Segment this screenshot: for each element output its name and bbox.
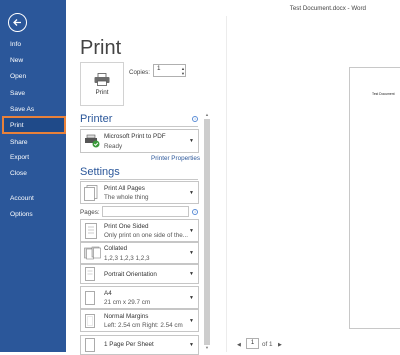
window-title: Test Document.docx - Word (289, 5, 366, 12)
info-icon[interactable]: i (192, 116, 198, 122)
nav-item-close[interactable]: Close (0, 165, 66, 181)
nav-item-open[interactable]: Open (0, 68, 66, 84)
nav-item-account[interactable]: Account (0, 190, 66, 206)
pages-icon (84, 184, 98, 201)
nav-item-share[interactable]: Share (0, 134, 66, 150)
nav-item-options[interactable]: Options (0, 206, 66, 222)
preview-page-text: Test Document (372, 92, 395, 96)
prev-page-icon[interactable]: ◀ (237, 342, 241, 348)
pages-label: Pages: (80, 209, 100, 216)
collation-desc: 1,2,3 1,2,3 1,2,3 (104, 255, 150, 262)
copies-label: Copies: (129, 69, 150, 76)
settings-heading: Settings (80, 166, 120, 178)
collation-select[interactable]: Collated 1,2,3 1,2,3 1,2,3 ▼ (80, 242, 199, 264)
printer-icon (94, 72, 110, 86)
chevron-down-icon: ▼ (189, 189, 194, 196)
pages-per-sheet-label: 1 Page Per Sheet (104, 341, 154, 348)
nav-item-export[interactable]: Export (0, 149, 66, 165)
current-page-input[interactable]: 1 (246, 338, 259, 349)
page-title: Print (80, 37, 122, 59)
paper-size-icon (85, 290, 95, 305)
chevron-down-icon: ▼ (189, 342, 194, 348)
portrait-icon (85, 267, 95, 281)
print-button[interactable]: Print (80, 62, 124, 106)
scrollbar-thumb[interactable] (204, 119, 210, 345)
paper-size-select[interactable]: A4 21 cm x 29.7 cm ▼ (80, 286, 199, 309)
current-page-value: 1 (250, 340, 255, 346)
printer-name: Microsoft Print to PDF (104, 133, 166, 140)
collation-label: Collated (104, 245, 128, 252)
print-range-label: Print All Pages (104, 185, 145, 192)
page-count: of 1 (262, 341, 273, 348)
pages-per-sheet-select[interactable]: 1 Page Per Sheet ▼ (80, 335, 199, 355)
orientation-select[interactable]: Portrait Orientation ▼ (80, 264, 199, 284)
scroll-down-icon[interactable]: ▼ (203, 344, 211, 352)
scroll-up-icon[interactable]: ▲ (203, 111, 211, 119)
sides-desc: Only print on one side of the... (104, 232, 189, 239)
next-page-icon[interactable]: ▶ (278, 342, 282, 348)
printer-ready-icon (85, 134, 100, 148)
chevron-down-icon: ▼ (189, 138, 194, 144)
printer-divider (80, 126, 198, 127)
arrow-left-icon (13, 19, 21, 26)
pages-input[interactable] (102, 206, 189, 217)
collated-icon (84, 246, 101, 260)
printer-heading: Printer (80, 113, 113, 125)
preview-page (349, 67, 400, 329)
chevron-down-icon: ▼ (189, 317, 194, 324)
one-sided-icon (85, 222, 97, 239)
sides-label: Print One Sided (104, 223, 149, 230)
margins-icon (85, 313, 95, 328)
chevron-down-icon: ▼ (189, 294, 194, 301)
nav-item-save-as[interactable]: Save As (0, 101, 66, 117)
chevron-down-icon: ▼ (189, 227, 194, 234)
backstage-nav: Info New Open Save Save As Print Share E… (0, 0, 66, 352)
chevron-down-icon: ▼ (189, 250, 194, 256)
sides-select[interactable]: Print One Sided Only print on one side o… (80, 219, 199, 242)
orientation-label: Portrait Orientation (104, 271, 157, 278)
print-range-desc: The whole thing (104, 194, 149, 201)
paper-size-label: A4 (104, 290, 112, 297)
print-button-label: Print (95, 88, 109, 96)
nav-item-save[interactable]: Save (0, 85, 66, 101)
copies-spinner[interactable]: ▲ ▼ (180, 64, 186, 77)
print-range-select[interactable]: Print All Pages The whole thing ▼ (80, 181, 199, 204)
nav-item-info[interactable]: Info (0, 36, 66, 52)
pages-info-icon[interactable]: i (192, 209, 198, 215)
margins-label: Normal Margins (104, 313, 149, 320)
copies-value: 1 (157, 65, 161, 72)
back-button[interactable] (8, 13, 27, 32)
settings-divider (80, 179, 198, 180)
spinner-down-icon[interactable]: ▼ (181, 71, 185, 76)
pages-per-sheet-icon (85, 338, 95, 352)
chevron-down-icon: ▼ (189, 271, 194, 277)
paper-size-desc: 21 cm x 29.7 cm (104, 299, 151, 306)
nav-item-new[interactable]: New (0, 52, 66, 68)
printer-select[interactable]: Microsoft Print to PDF Ready ▼ (80, 129, 199, 153)
margins-select[interactable]: Normal Margins Left: 2.54 cm Right: 2.54… (80, 309, 199, 332)
printer-properties-link[interactable]: Printer Properties (151, 155, 200, 162)
margins-desc: Left: 2.54 cm Right: 2.54 cm (104, 322, 183, 329)
printer-status: Ready (104, 143, 123, 150)
nav-item-print[interactable]: Print (2, 116, 66, 134)
